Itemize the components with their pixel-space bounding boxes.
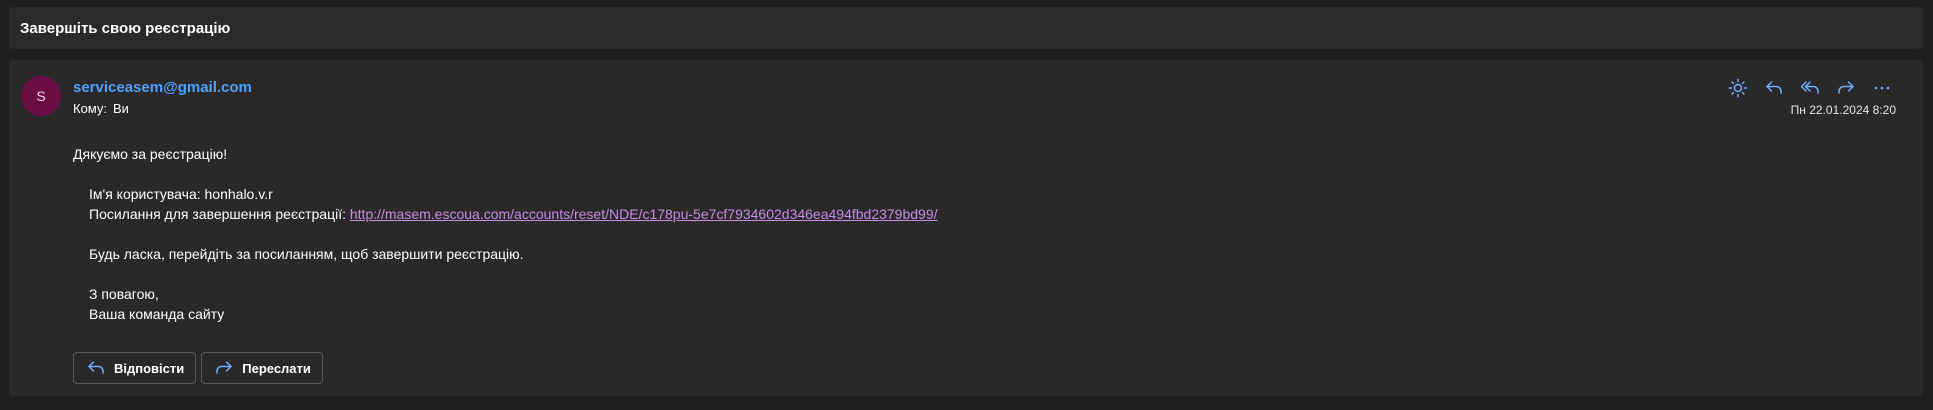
more-icon <box>1874 86 1890 90</box>
sender-email[interactable]: serviceasem@gmail.com <box>73 79 252 96</box>
avatar-initial: S <box>36 88 46 104</box>
to-value[interactable]: Ви <box>113 101 129 116</box>
mail-reading-pane: Завершіть свою реєстрацію S serviceasem@… <box>0 0 1933 410</box>
message-body: Дякуємо за реєстрацію! Ім'я користувача:… <box>73 144 938 324</box>
reply-icon <box>1766 81 1782 94</box>
message-date: Пн 22.01.2024 8:20 <box>1790 103 1896 117</box>
sun-icon <box>1728 78 1748 98</box>
forward-icon <box>1838 81 1854 94</box>
message-actions <box>1724 74 1896 102</box>
reply-all-icon <box>1800 81 1819 94</box>
username-text: Ім'я користувача: honhalo.v.r <box>89 186 273 202</box>
registration-link[interactable]: http://masem.escoua.com/accounts/reset/N… <box>350 206 938 222</box>
link-line: Посилання для завершення реєстрації: htt… <box>73 204 938 224</box>
to-label: Кому: <box>73 101 107 116</box>
regards-text: З повагою, <box>89 286 159 302</box>
reply-button-label: Відповісти <box>114 360 185 376</box>
forward-button[interactable]: Переслати <box>201 352 323 384</box>
subject-bar: Завершіть свою реєстрацію <box>9 7 1923 49</box>
subject-title: Завершіть свою реєстрацію <box>20 19 231 37</box>
recipient-line: Кому: Ви <box>73 101 129 116</box>
greeting-text: Дякуємо за реєстрацію! <box>73 146 228 162</box>
link-label: Посилання для завершення реєстрації: <box>89 206 346 222</box>
message-card: S serviceasem@gmail.com Кому: Ви Пн 22.0… <box>9 60 1923 396</box>
reply-button[interactable]: Відповісти <box>73 352 197 384</box>
avatar[interactable]: S <box>21 76 61 116</box>
signature-text: Ваша команда сайту <box>89 306 225 322</box>
reply-buttons-row: Відповісти Переслати <box>73 352 323 384</box>
theme-toggle-button[interactable] <box>1724 74 1752 102</box>
more-actions-button[interactable] <box>1868 74 1896 102</box>
forward-icon <box>216 361 232 374</box>
reply-icon <box>88 361 104 374</box>
reply-button-top[interactable] <box>1760 74 1788 102</box>
reply-all-button[interactable] <box>1796 74 1824 102</box>
instruction-text: Будь ласка, перейдіть за посиланням, щоб… <box>89 246 524 262</box>
forward-button-label: Переслати <box>242 360 311 376</box>
forward-button-top[interactable] <box>1832 74 1860 102</box>
